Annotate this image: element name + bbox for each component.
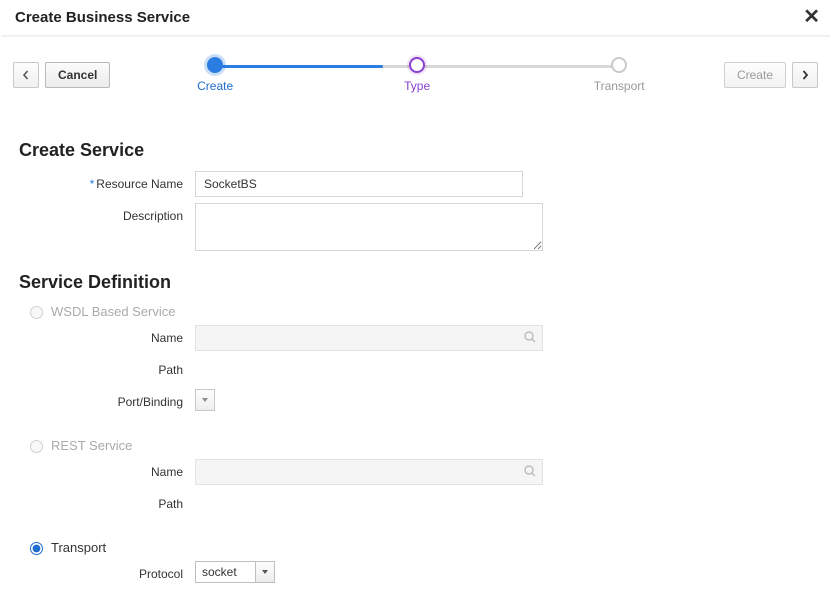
radio-rest-label: REST Service bbox=[51, 438, 132, 453]
radio-wsdl: WSDL Based Service bbox=[25, 303, 812, 319]
step-label: Create bbox=[197, 79, 233, 93]
protocol-dropdown-button[interactable] bbox=[255, 561, 275, 583]
search-icon bbox=[523, 330, 537, 347]
search-icon bbox=[523, 464, 537, 481]
chevron-left-icon bbox=[21, 70, 31, 80]
rest-name-label: Name bbox=[19, 459, 195, 485]
divider bbox=[1, 35, 830, 36]
create-business-service-dialog: Create Business Service ✕ Cancel Create … bbox=[0, 0, 831, 593]
titlebar: Create Business Service ✕ bbox=[1, 1, 830, 35]
resource-name-input[interactable] bbox=[195, 171, 523, 197]
wizard-stepper: Create Type Transport bbox=[110, 50, 724, 100]
protocol-label: Protocol bbox=[19, 561, 195, 587]
description-label: Description bbox=[19, 203, 195, 225]
radio-rest: REST Service bbox=[25, 437, 812, 453]
step-type[interactable]: Type bbox=[387, 57, 447, 93]
back-button[interactable] bbox=[13, 62, 39, 88]
wsdl-path-label: Path bbox=[19, 357, 195, 383]
section-heading-create-service: Create Service bbox=[19, 140, 812, 161]
section-heading-service-definition: Service Definition bbox=[19, 272, 812, 293]
caret-down-icon bbox=[261, 568, 269, 576]
step-create[interactable]: Create bbox=[185, 57, 245, 93]
protocol-select[interactable]: socket bbox=[195, 561, 275, 583]
step-label: Transport bbox=[594, 79, 645, 93]
wsdl-name-label: Name bbox=[19, 325, 195, 351]
step-transport: Transport bbox=[589, 57, 649, 93]
protocol-value: socket bbox=[195, 561, 255, 583]
next-button[interactable] bbox=[792, 62, 818, 88]
wsdl-portbinding-label: Port/Binding bbox=[19, 389, 195, 415]
dialog-title: Create Business Service bbox=[15, 9, 190, 26]
step-dot-future-icon bbox=[611, 57, 627, 73]
radio-wsdl-input bbox=[30, 306, 43, 319]
step-label: Type bbox=[404, 79, 430, 93]
radio-rest-input bbox=[30, 440, 43, 453]
radio-transport[interactable]: Transport bbox=[25, 539, 812, 555]
description-textarea[interactable] bbox=[195, 203, 543, 251]
step-dot-current-icon bbox=[409, 57, 425, 73]
wsdl-name-input bbox=[195, 325, 543, 351]
close-icon[interactable]: ✕ bbox=[803, 7, 820, 27]
wizard-nav: Cancel Create Type Transport bbox=[1, 46, 830, 100]
resource-name-label: *Resource Name bbox=[19, 171, 195, 197]
radio-transport-label: Transport bbox=[51, 540, 106, 555]
cancel-button[interactable]: Cancel bbox=[45, 62, 110, 88]
radio-transport-input[interactable] bbox=[30, 542, 43, 555]
portbinding-dropdown bbox=[195, 389, 215, 411]
chevron-right-icon bbox=[800, 70, 810, 80]
rest-path-label: Path bbox=[19, 491, 195, 517]
step-dot-done-icon bbox=[207, 57, 223, 73]
radio-wsdl-label: WSDL Based Service bbox=[51, 304, 176, 319]
create-button: Create bbox=[724, 62, 786, 88]
rest-name-input bbox=[195, 459, 543, 485]
caret-down-icon bbox=[201, 396, 209, 404]
